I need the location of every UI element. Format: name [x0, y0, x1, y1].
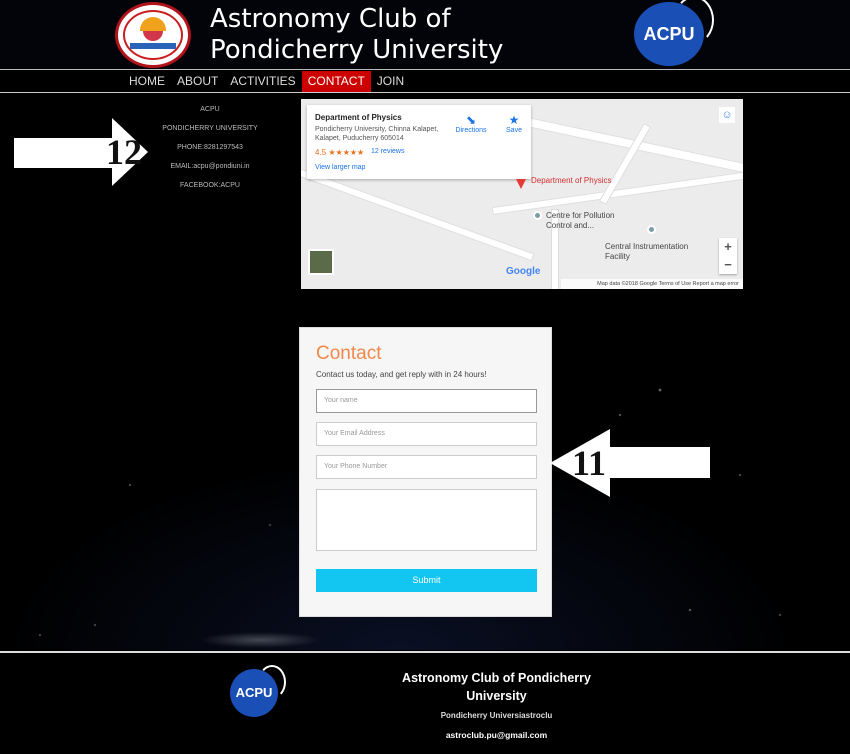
nav-home[interactable]: HOME — [123, 71, 171, 92]
info-facebook[interactable]: FACEBOOK:ACPU — [130, 176, 290, 195]
footer-email[interactable]: astroclub.pu@gmail.com — [390, 730, 603, 740]
google-logo: Google — [506, 266, 541, 277]
site-title: Astronomy Club of Pondicherry University — [210, 4, 530, 66]
view-larger-map-link[interactable]: View larger map — [315, 164, 365, 171]
pin-label-pollution: Centre for Pollution Control and... — [546, 211, 615, 230]
name-input[interactable]: Your name — [316, 389, 537, 413]
phone-input[interactable]: Your Phone Number — [316, 455, 537, 479]
red-map-pin-icon[interactable] — [516, 179, 526, 189]
save-label: Save — [506, 127, 522, 134]
map-pin-icon[interactable] — [533, 211, 542, 220]
site-footer: ACPU Astronomy Club of Pondicherry Unive… — [0, 651, 850, 754]
footer-title: Astronomy Club of Pondicherry University — [402, 671, 591, 703]
info-phone: PHONE:8281297543 — [177, 144, 243, 151]
map-place-rating: 4.5 ★★★★★ — [315, 148, 365, 157]
map-place-card: Department of Physics Pondicherry Univer… — [307, 105, 531, 179]
contact-info: ACPU PONDICHERRY UNIVERSITY PHONE:828129… — [130, 100, 290, 195]
nav-contact[interactable]: CONTACT — [301, 71, 371, 92]
map-footer[interactable]: Map data ©2018 Google Terms of Use Repor… — [561, 279, 743, 289]
nav-join[interactable]: JOIN — [371, 71, 410, 92]
map-place-address: Pondicherry University, Chinna Kalapet, … — [315, 126, 439, 142]
site-title-line1: Astronomy Club of — [210, 4, 451, 34]
annotation-arrow-12: 12 — [14, 118, 149, 186]
directions-label: Directions — [455, 127, 487, 134]
directions-button[interactable]: ⬊ Directions — [451, 113, 491, 134]
pin-label-instrumentation: Central Instrumentation Facility — [605, 242, 689, 261]
nav-about[interactable]: ABOUT — [171, 71, 224, 92]
acpu-logo: ACPU — [634, 0, 714, 66]
map-reviews-link[interactable]: 12 reviews — [371, 148, 404, 155]
form-subtitle: Contact us today, and get reply with in … — [316, 370, 487, 379]
submit-button[interactable]: Submit — [316, 569, 537, 592]
footer-acpu-logo: ACPU — [230, 665, 286, 717]
satellite-toggle[interactable] — [308, 249, 334, 275]
nav-activities[interactable]: ACTIVITIES — [224, 71, 301, 92]
annotation-arrow-11: 11 — [550, 429, 710, 497]
main-nav: HOME ABOUT ACTIVITIES CONTACT JOIN — [0, 71, 850, 93]
message-textarea[interactable] — [316, 489, 537, 551]
zoom-out-button[interactable]: − — [719, 256, 737, 274]
email-input[interactable]: Your Email Address — [316, 422, 537, 446]
footer-subtitle: Pondicherry Universiastroclu — [440, 711, 553, 720]
pin-label-physics: Department of Physics — [531, 176, 612, 185]
map-pin-icon[interactable] — [647, 225, 656, 234]
info-email[interactable]: EMAIL:acpu@pondiuni.in — [130, 157, 290, 176]
site-title-line2: Pondicherry University — [210, 35, 504, 65]
star-icon: ★ — [508, 113, 520, 127]
pondicherry-university-logo — [115, 2, 191, 68]
directions-icon: ⬊ — [465, 113, 477, 127]
info-club-name: ACPU — [200, 106, 220, 113]
pegman-icon[interactable]: ☺ — [719, 107, 735, 123]
zoom-control: + − — [719, 238, 737, 274]
zoom-in-button[interactable]: + — [719, 238, 737, 256]
save-button[interactable]: ★ Save — [501, 113, 527, 134]
annotation-number-12: 12 — [106, 132, 142, 172]
contact-form: Contact Contact us today, and get reply … — [299, 327, 552, 617]
site-header: Astronomy Club of Pondicherry University… — [0, 0, 850, 70]
annotation-number-11: 11 — [572, 443, 607, 483]
form-title: Contact — [316, 343, 382, 364]
map-place-title: Department of Physics — [315, 113, 402, 122]
info-university: PONDICHERRY UNIVERSITY — [162, 125, 258, 132]
google-map[interactable]: Department of Physics Pondicherry Univer… — [301, 99, 743, 289]
